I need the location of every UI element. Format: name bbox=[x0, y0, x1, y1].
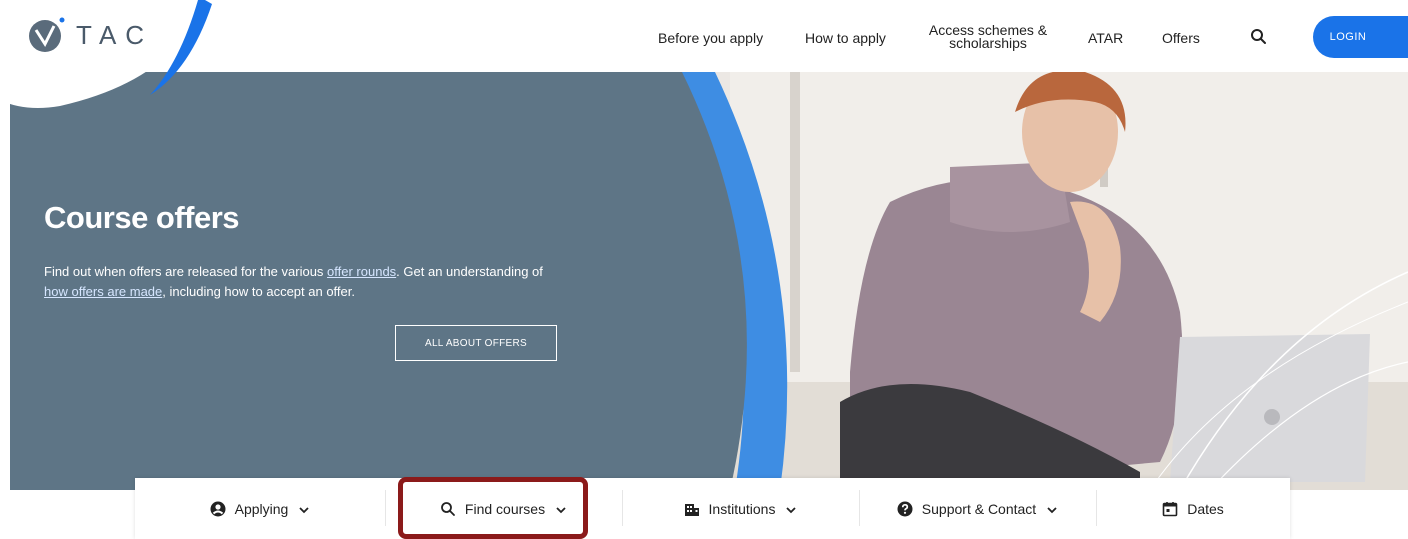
nav-offers[interactable]: Offers bbox=[1162, 30, 1200, 46]
chevron-down-icon bbox=[785, 503, 797, 515]
menu-item-dates[interactable]: Dates bbox=[1096, 478, 1290, 539]
nav-before-you-apply[interactable]: Before you apply bbox=[658, 30, 763, 46]
search-icon[interactable] bbox=[1249, 27, 1269, 47]
logo-text: TAC bbox=[76, 20, 154, 50]
hero-description: Find out when offers are released for th… bbox=[44, 262, 624, 302]
offer-rounds-link[interactable]: offer rounds bbox=[327, 264, 396, 279]
menu-item-institutions[interactable]: Institutions bbox=[622, 478, 859, 539]
question-circle-icon bbox=[897, 501, 913, 517]
login-button[interactable]: LOGIN bbox=[1313, 16, 1408, 58]
menu-item-label: Dates bbox=[1187, 500, 1224, 517]
menu-item-label: Applying bbox=[234, 500, 289, 517]
hero-desc-text-2: . Get an understanding of bbox=[396, 264, 543, 279]
nav-access-schemes[interactable]: Access schemes & scholarships bbox=[928, 23, 1048, 50]
menu-item-applying[interactable]: Applying bbox=[135, 478, 385, 539]
hero-section: Course offers Find out when offers are r… bbox=[10, 72, 1408, 490]
user-circle-icon bbox=[210, 501, 226, 517]
building-icon bbox=[684, 501, 700, 517]
search-icon bbox=[440, 501, 456, 517]
hero-desc-text-3: , including how to accept an offer. bbox=[162, 284, 356, 299]
hero-desc-text-1: Find out when offers are released for th… bbox=[44, 264, 328, 279]
how-offers-made-link[interactable]: how offers are made bbox=[44, 284, 162, 299]
logo[interactable]: TAC bbox=[0, 0, 220, 110]
all-about-offers-button[interactable]: ALL ABOUT OFFERS bbox=[395, 325, 557, 361]
menu-item-support-contact[interactable]: Support & Contact bbox=[859, 478, 1096, 539]
nav-atar[interactable]: ATAR bbox=[1088, 30, 1123, 46]
hero-title: Course offers bbox=[44, 200, 240, 235]
menu-item-label: Institutions bbox=[708, 500, 776, 517]
quick-links-menu: Applying Find courses Institutions Suppo… bbox=[135, 478, 1290, 539]
nav-how-to-apply[interactable]: How to apply bbox=[805, 30, 886, 46]
chevron-down-icon bbox=[1046, 503, 1058, 515]
chevron-down-icon bbox=[555, 503, 567, 515]
menu-item-find-courses[interactable]: Find courses bbox=[385, 478, 622, 539]
menu-item-label: Support & Contact bbox=[921, 500, 1037, 517]
chevron-down-icon bbox=[298, 503, 310, 515]
calendar-icon bbox=[1162, 501, 1178, 517]
menu-item-label: Find courses bbox=[464, 500, 546, 517]
